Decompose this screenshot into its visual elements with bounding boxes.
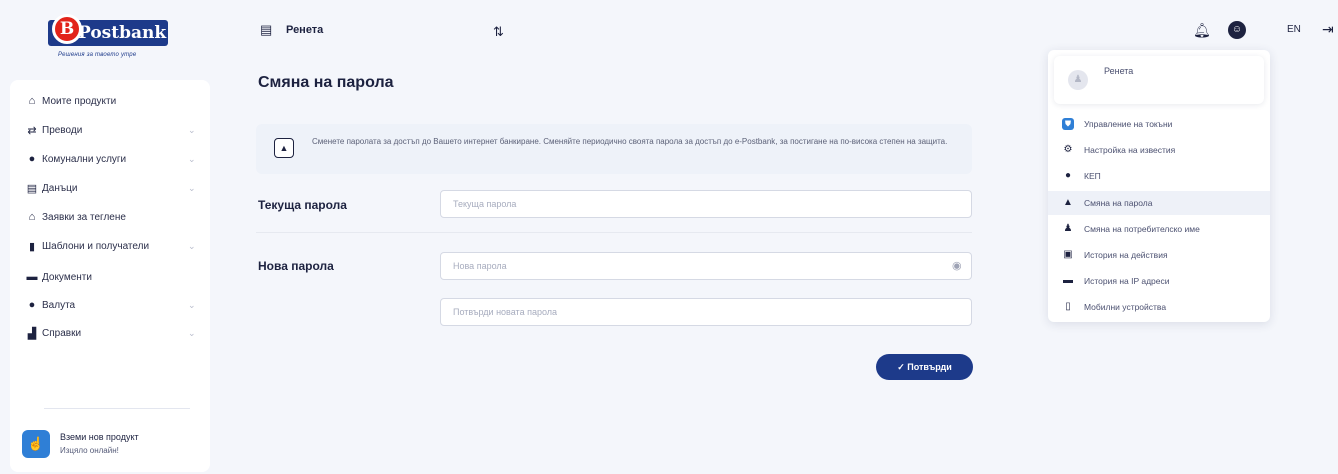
form-divider	[256, 232, 972, 233]
bank-icon: ⌂	[28, 211, 36, 223]
sidebar-item-label: Моите продукти	[42, 95, 117, 107]
current-password-input[interactable]	[440, 190, 972, 218]
chevron-down-icon: ⌄	[188, 327, 196, 338]
sidebar-item-label: Комунални услуги	[42, 153, 127, 165]
chevron-down-icon: ⌄	[188, 299, 196, 310]
transfer-icon: ⇄	[27, 124, 37, 137]
current-password-label: Текуща парола	[258, 198, 347, 212]
postbank-logo[interactable]: Postbank B Решения за твоето утре	[48, 12, 172, 64]
sidebar-item-6[interactable]: ▮ Шаблони и получатели ⌄	[10, 233, 210, 259]
monitor-icon: ▬	[1063, 275, 1073, 287]
wallet-icon: ▤	[260, 22, 273, 37]
dropdown-user-name: Ренета	[1104, 66, 1134, 76]
profile-dropdown: ♟ Ренета ⛊ Управление на токъни ⚙ Настройка…	[1048, 50, 1270, 322]
sidebar-item-5[interactable]: ⌂ Заявки за теглене	[10, 204, 210, 230]
dropdown-item-6[interactable]: ▣ История на действия	[1048, 243, 1270, 267]
show-password-eye-icon[interactable]: ◉	[952, 259, 962, 272]
dropdown-item-label: Настройка на известия	[1084, 145, 1176, 156]
bell-icon[interactable]: 🔔︎	[1193, 22, 1211, 39]
dropdown-item-3[interactable]: ● КЕП	[1048, 164, 1270, 188]
profile-menu-button[interactable]: ☺	[1228, 21, 1246, 39]
sidebar-item-3[interactable]: ● Комунални услуги ⌄	[10, 146, 210, 172]
sidebar-item-2[interactable]: ⇄ Преводи ⌄	[10, 117, 210, 143]
dropdown-item-label: Смяна на потребителско име	[1084, 223, 1200, 234]
sidebar-item-9[interactable]: ▟ Справки ⌄	[10, 320, 210, 346]
account-selector[interactable]: ▤ Ренета	[260, 22, 323, 38]
sidebar: Postbank B Решения за твоето утре ☝ Взем…	[0, 0, 232, 474]
sidebar-nav: ☝ Вземи нов продукт Изцяло онлайн! ⌂ Моит…	[10, 80, 210, 472]
dropdown-item-8[interactable]: ▯ Мобилни устройства	[1048, 295, 1270, 319]
phone-icon: ▯	[1065, 301, 1071, 313]
sidebar-item-1[interactable]: ⌂ Моите продукти	[10, 88, 210, 114]
dropdown-item-label: История на действия	[1084, 250, 1168, 260]
promo-new-product[interactable]: ☝ Вземи нов продукт Изцяло онлайн!	[22, 428, 202, 464]
dropdown-item-label: КЕП	[1084, 171, 1101, 182]
home-icon: ⌂	[28, 95, 36, 107]
sidebar-item-8[interactable]: ● Валута ⌄	[10, 292, 210, 318]
folder-icon: ▬	[26, 271, 38, 283]
sidebar-item-label: Валута	[42, 299, 76, 311]
chevron-down-icon: ⌄	[188, 182, 196, 193]
promo-title: Вземи нов продукт	[60, 432, 139, 442]
dropdown-item-label: Управление на токъни	[1084, 119, 1173, 129]
language-toggle[interactable]: EN	[1287, 24, 1301, 35]
avatar: ♟	[1068, 70, 1088, 90]
new-password-input[interactable]	[440, 252, 972, 280]
hand-tap-icon: ☝	[22, 430, 50, 458]
sidebar-item-label: Документи	[42, 271, 92, 283]
dropdown-item-5[interactable]: ♟ Смяна на потребителско име	[1048, 217, 1270, 241]
page-title: Смяна на парола	[258, 74, 394, 91]
chevron-down-icon: ⌄	[188, 240, 196, 251]
sidebar-divider	[44, 408, 190, 409]
sidebar-item-label: Шаблони и получатели	[42, 240, 150, 252]
dropdown-item-7[interactable]: ▬ История на IP адреси	[1048, 269, 1270, 293]
sidebar-item-label: Преводи	[42, 124, 83, 136]
tax-icon: ▤	[26, 182, 38, 195]
logo-mark-icon: B	[52, 14, 82, 44]
history-icon: ▣	[1063, 249, 1073, 260]
reports-icon: ▟	[27, 327, 37, 340]
promo-subtitle: Изцяло онлайн!	[60, 446, 119, 455]
chevron-down-icon: ⌄	[188, 124, 196, 135]
sidebar-item-label: Заявки за теглене	[42, 211, 126, 223]
confirm-button[interactable]: ✓ Потвърди	[876, 354, 973, 380]
sidebar-item-label: Справки	[42, 327, 82, 339]
dropdown-item-label: История на IP адреси	[1084, 276, 1170, 287]
dropdown-item-4[interactable]: ▲ Смяна на парола	[1048, 190, 1270, 215]
info-notice: ▲ Сменете паролата за достъп до Вашето и…	[256, 124, 972, 174]
dropdown-item-1[interactable]: ⛊ Управление на токъни	[1048, 112, 1270, 136]
logo-tagline: Решения за твоето утре	[58, 52, 137, 58]
gear-icon: ⚙	[1063, 144, 1073, 156]
lock-icon: ▲	[274, 138, 294, 158]
bulb-icon: ●	[28, 153, 36, 165]
shield-check-icon: ●	[1064, 170, 1072, 182]
lock-icon: ▲	[1063, 196, 1073, 208]
token-icon: ⛊	[1062, 118, 1074, 130]
currency-icon: ●	[28, 299, 36, 311]
switch-account-icon[interactable]: ⇅	[493, 24, 504, 40]
account-name: Ренета	[286, 24, 324, 36]
sidebar-item-label: Данъци	[42, 182, 78, 194]
dropdown-item-label: Смяна на парола	[1084, 197, 1153, 208]
confirm-password-input[interactable]	[440, 298, 972, 326]
info-text: Сменете паролата за достъп до Вашето инт…	[312, 137, 948, 146]
dropdown-item-2[interactable]: ⚙ Настройка на известия	[1048, 138, 1270, 162]
new-password-label: Нова парола	[258, 259, 334, 273]
user-icon: ♟	[1063, 222, 1073, 234]
sidebar-item-7[interactable]: ▬ Документи	[10, 264, 210, 290]
dropdown-item-label: Мобилни устройства	[1084, 302, 1167, 313]
sidebar-item-4[interactable]: ▤ Данъци ⌄	[10, 175, 210, 201]
template-icon: ▮	[28, 240, 36, 253]
dropdown-user-card[interactable]: ♟ Ренета	[1054, 56, 1264, 104]
chevron-down-icon: ⌄	[188, 153, 196, 164]
logout-icon[interactable]: ⇥	[1322, 21, 1334, 38]
